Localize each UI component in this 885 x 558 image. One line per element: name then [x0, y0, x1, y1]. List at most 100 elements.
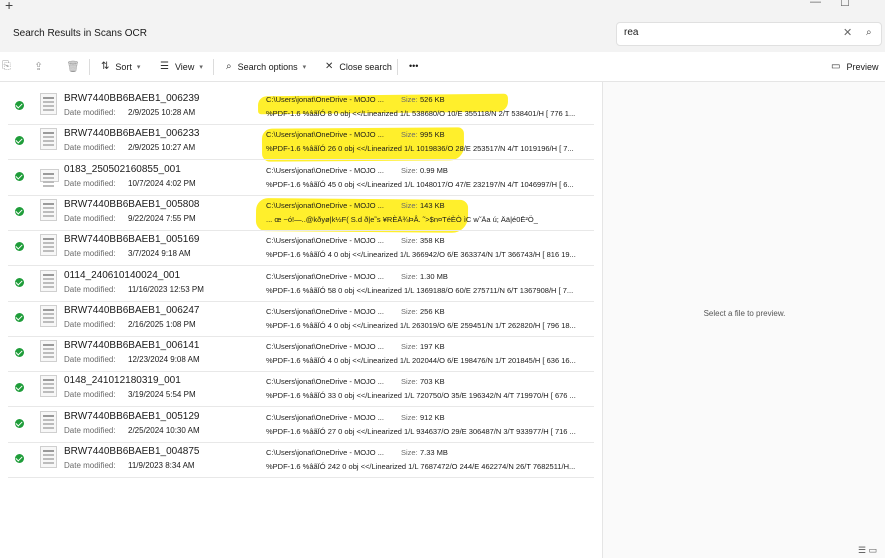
size-label: Size:	[401, 412, 418, 422]
details-view-icon[interactable]: ☰ ▭	[858, 545, 877, 556]
file-size: 0.99 MB	[420, 165, 448, 175]
sort-button[interactable]: ⇅ Sort ▾	[101, 61, 140, 72]
content-snippet: %PDF-1.6 %âãÏÓ 242 0 obj <</Linearized 1…	[266, 462, 576, 471]
date-modified-label: Date modified:	[64, 249, 116, 259]
date-modified-label: Date modified:	[64, 284, 116, 294]
date-modified-label: Date modified:	[64, 355, 116, 365]
table-row[interactable]: BRW7440BB6BAEB1_006141 Date modified: 12/2…	[8, 337, 594, 373]
clear-search-icon[interactable]: ✕	[843, 26, 852, 39]
date-modified-value: 12/23/2024 9:08 AM	[128, 355, 200, 365]
file-name: 0114_240610140024_001	[64, 269, 181, 281]
file-path: C:\Users\jonat\OneDrive - MOJO ...	[266, 95, 384, 104]
size-label: Size:	[401, 130, 418, 140]
table-row[interactable]: BRW7440BB6BAEB1_006247 Date modified: 2/16…	[8, 302, 594, 337]
file-name: BRW7440BB6BAEB1_004875	[64, 446, 200, 457]
close-search-button[interactable]: ✕ Close search	[325, 61, 392, 72]
content-snippet: %PDF-1.6 %âãÏÓ 4 0 obj <</Linearized 1/L…	[266, 320, 576, 330]
results-list: BRW7440BB6BAEB1_006239 Date modified: 2/9/…	[0, 82, 602, 558]
pdf-thumbnail-icon	[40, 410, 57, 433]
file-name: BRW7440BB6BAEB1_005129	[64, 410, 200, 422]
chevron-down-icon: ▾	[199, 63, 203, 71]
file-size: 7.33 MB	[420, 448, 448, 457]
file-path: C:\Users\jonat\OneDrive - MOJO ...	[266, 236, 384, 246]
table-row[interactable]: BRW7440BB6BAEB1_006239 Date modified: 2/9/…	[8, 90, 594, 125]
content-snippet: %PDF-1.6 %âãÏÓ 45 0 obj <</Linearized 1/…	[266, 179, 574, 189]
file-size: 358 KB	[420, 236, 445, 246]
table-row[interactable]: 0148_241012180319_001 Date modified: 3/19/…	[8, 372, 594, 408]
date-modified-value: 10/7/2024 4:02 PM	[128, 178, 196, 188]
date-modified-value: 11/16/2023 12:53 PM	[128, 284, 204, 294]
view-button[interactable]: ☰ View ▾	[160, 61, 203, 72]
toolbar-divider	[213, 59, 214, 75]
address-bar: Search Results in Scans OCR ✕ ⌕	[0, 16, 885, 52]
sync-status-icon	[15, 418, 24, 428]
search-options-button[interactable]: ⌕ Search options ▾	[226, 61, 306, 72]
preview-pane: Select a file to preview.	[602, 82, 885, 558]
preview-button[interactable]: ▭ Preview	[831, 61, 878, 72]
pdf-thumbnail-icon	[40, 340, 57, 363]
file-path: C:\Users\jonat\OneDrive - MOJO ...	[266, 271, 384, 281]
sync-status-icon	[15, 136, 24, 146]
file-path: C:\Users\jonat\OneDrive - MOJO ...	[266, 342, 384, 352]
date-modified-value: 2/16/2025 1:08 PM	[128, 319, 196, 329]
file-name: BRW7440BB6BAEB1_005169	[64, 234, 200, 246]
file-name: BRW7440BB6BAEB1_006141	[64, 340, 200, 352]
date-modified-value: 2/9/2025 10:28 AM	[128, 108, 196, 117]
sort-icon: ⇅	[101, 61, 110, 72]
date-modified-label: Date modified:	[64, 390, 116, 400]
size-label: Size:	[401, 95, 418, 104]
pdf-thumbnail-icon	[40, 128, 57, 151]
size-label: Size:	[401, 271, 418, 281]
table-row[interactable]: BRW7440BB6BAEB1_006233 Date modified: 2/9/…	[8, 125, 594, 161]
date-modified-value: 2/25/2024 10:30 AM	[128, 425, 200, 435]
pdf-thumbnail-icon	[40, 446, 57, 468]
size-label: Size:	[401, 342, 418, 352]
table-row[interactable]: BRW7440BB6BAEB1_004875 Date modified: 11/9…	[8, 443, 594, 478]
pdf-thumbnail-icon	[40, 269, 57, 292]
date-modified-label: Date modified:	[64, 319, 116, 329]
table-row[interactable]: 0114_240610140024_001 Date modified: 11/16…	[8, 267, 594, 302]
file-path: C:\Users\jonat\OneDrive - MOJO ...	[266, 165, 384, 175]
sync-status-icon	[15, 277, 24, 287]
size-label: Size:	[401, 377, 418, 387]
new-tab-button[interactable]: +	[5, 0, 13, 13]
file-name: BRW7440BB6BAEB1_005808	[64, 198, 200, 210]
file-path: C:\Users\jonat\OneDrive - MOJO ...	[266, 200, 384, 210]
more-options-button[interactable]: •••	[409, 61, 418, 71]
date-modified-value: 3/7/2024 9:18 AM	[128, 249, 191, 259]
size-label: Size:	[401, 306, 418, 316]
share-icon[interactable]: ⇪	[34, 60, 43, 73]
toolbar-divider	[397, 59, 398, 75]
sync-status-icon	[15, 454, 24, 463]
pdf-thumbnail-icon	[40, 234, 57, 257]
size-label: Size:	[401, 236, 418, 246]
table-row[interactable]: 0183_250502160855_001 Date modified: 10/7/…	[8, 161, 594, 196]
preview-label: Preview	[846, 61, 879, 72]
preview-pane-icon: ▭	[831, 61, 841, 72]
sync-status-icon	[15, 101, 24, 110]
pdf-thumbnail-icon	[40, 168, 59, 182]
maximize-button[interactable]: ☐	[840, 0, 850, 9]
toolbar-divider	[89, 59, 90, 75]
more-icon: •••	[409, 61, 419, 71]
copy-icon[interactable]: ⎘	[2, 60, 11, 73]
minimize-button[interactable]: —	[810, 0, 821, 8]
sync-status-icon	[15, 206, 24, 216]
table-row[interactable]: BRW7440BB6BAEB1_005129 Date modified: 2/25…	[8, 408, 594, 443]
breadcrumb[interactable]: Search Results in Scans OCR	[13, 28, 147, 39]
content-snippet: %PDF-1.6 %âãÏÓ 8 0 obj <</Linearized 1/L…	[266, 109, 576, 118]
delete-icon[interactable]: 🗑	[66, 60, 80, 73]
pdf-thumbnail-icon	[40, 93, 57, 115]
chevron-down-icon: ▾	[302, 63, 307, 71]
sync-status-icon	[15, 171, 24, 181]
search-box[interactable]: ✕ ⌕	[616, 22, 882, 46]
file-path: C:\Users\jonat\OneDrive - MOJO ...	[266, 306, 384, 316]
date-modified-value: 2/9/2025 10:27 AM	[128, 143, 196, 153]
search-icon[interactable]: ⌕	[866, 27, 872, 38]
search-input[interactable]	[624, 27, 834, 38]
table-row[interactable]: BRW7440BB6BAEB1_005169 Date modified: 3/7/…	[8, 231, 594, 267]
table-row[interactable]: BRW7440BB6BAEB1_005808 Date modified: 9/22…	[8, 196, 594, 231]
size-label: Size:	[401, 448, 418, 457]
pdf-thumbnail-icon	[40, 304, 57, 327]
file-name: BRW7440BB6BAEB1_006247	[64, 304, 200, 316]
